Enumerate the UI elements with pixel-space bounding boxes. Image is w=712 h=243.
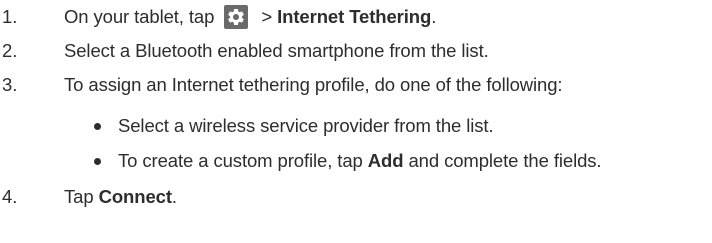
- step-number: 2.: [2, 40, 18, 61]
- bullet-text-prefix: To create a custom profile, tap: [118, 150, 368, 171]
- step-text-suffix: .: [171, 186, 177, 207]
- bullet-icon: [94, 157, 101, 165]
- bullet-text: Select a wireless service provider from …: [118, 115, 494, 136]
- step-text-separator: >: [256, 6, 278, 27]
- bullet-text-suffix: and complete the fields.: [403, 150, 602, 171]
- step-number: 3.: [2, 74, 18, 95]
- step-text: On your tablet, tap > Internet Tethering…: [64, 5, 436, 29]
- step-text: To assign an Internet tethering profile,…: [64, 74, 563, 95]
- add-label: Add: [367, 150, 404, 171]
- bullet-item-2: To create a custom profile, tap Add and …: [94, 146, 602, 176]
- connect-label: Connect: [98, 186, 172, 207]
- step-text-prefix: Tap: [64, 186, 99, 207]
- step-text-suffix: .: [431, 6, 437, 27]
- bullet-item-1: Select a wireless service provider from …: [94, 111, 494, 141]
- gear-icon: [224, 5, 249, 29]
- step-number: 1.: [2, 6, 18, 27]
- bullet-icon: [94, 122, 101, 130]
- step-number: 4.: [2, 186, 18, 207]
- step-text: Select a Bluetooth enabled smartphone fr…: [64, 40, 489, 61]
- menu-path-internet-tethering: Internet Tethering: [277, 6, 432, 27]
- step-text-prefix: On your tablet, tap: [64, 6, 215, 27]
- step-text: Tap Connect .: [64, 186, 177, 208]
